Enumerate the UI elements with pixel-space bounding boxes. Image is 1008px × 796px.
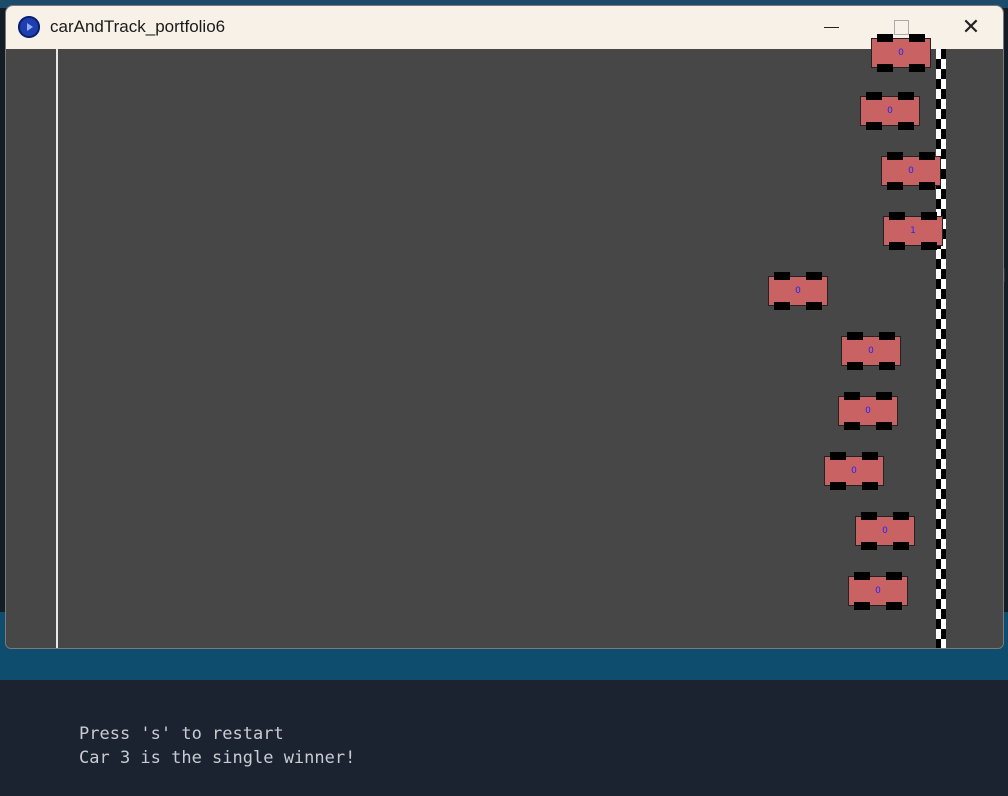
console-restart-hint: Press 's' to restart: [79, 724, 284, 744]
car-score-label: 0: [898, 48, 904, 58]
window-title: carAndTrack_portfolio6: [50, 17, 226, 36]
console-output: Press 's' to restart Car 3 is the single…: [0, 680, 1008, 796]
car-9: 0: [855, 512, 915, 550]
app-icon: [18, 16, 40, 38]
car-4: 1: [883, 212, 943, 250]
car-score-label: 0: [875, 586, 881, 596]
car-5: 0: [768, 272, 828, 310]
car-6: 0: [841, 332, 901, 370]
car-score-label: 0: [882, 526, 888, 536]
minimize-button[interactable]: [796, 6, 866, 49]
car-3: 0: [881, 152, 941, 190]
car-score-label: 0: [795, 286, 801, 296]
car-score-label: 0: [887, 106, 893, 116]
car-8: 0: [824, 452, 884, 490]
car-score-label: 0: [865, 406, 871, 416]
start-line: [56, 49, 58, 648]
car-score-label: 0: [868, 346, 874, 356]
car-10: 0: [848, 572, 908, 610]
minimize-icon: [823, 27, 839, 28]
resize-edge: [1004, 268, 1008, 282]
car-score-label: 0: [851, 466, 857, 476]
car-1: 0: [871, 34, 931, 72]
car-score-label: 0: [908, 166, 914, 176]
maximize-icon: [893, 20, 909, 35]
app-window: carAndTrack_portfolio6 ✕ 0 0 0 1 0 0 0 0 0 0: [5, 5, 1004, 649]
car-2: 0: [860, 92, 920, 130]
console-winner-message: Car 3 is the single winner!: [79, 748, 356, 768]
finish-line: [936, 49, 946, 648]
car-score-label: 1: [910, 226, 916, 236]
car-7: 0: [838, 392, 898, 430]
race-canvas[interactable]: 0 0 0 1 0 0 0 0 0 0: [6, 34, 1003, 648]
close-button[interactable]: ✕: [936, 6, 1003, 49]
close-icon: ✕: [961, 15, 981, 40]
title-bar[interactable]: carAndTrack_portfolio6 ✕: [6, 6, 1003, 49]
